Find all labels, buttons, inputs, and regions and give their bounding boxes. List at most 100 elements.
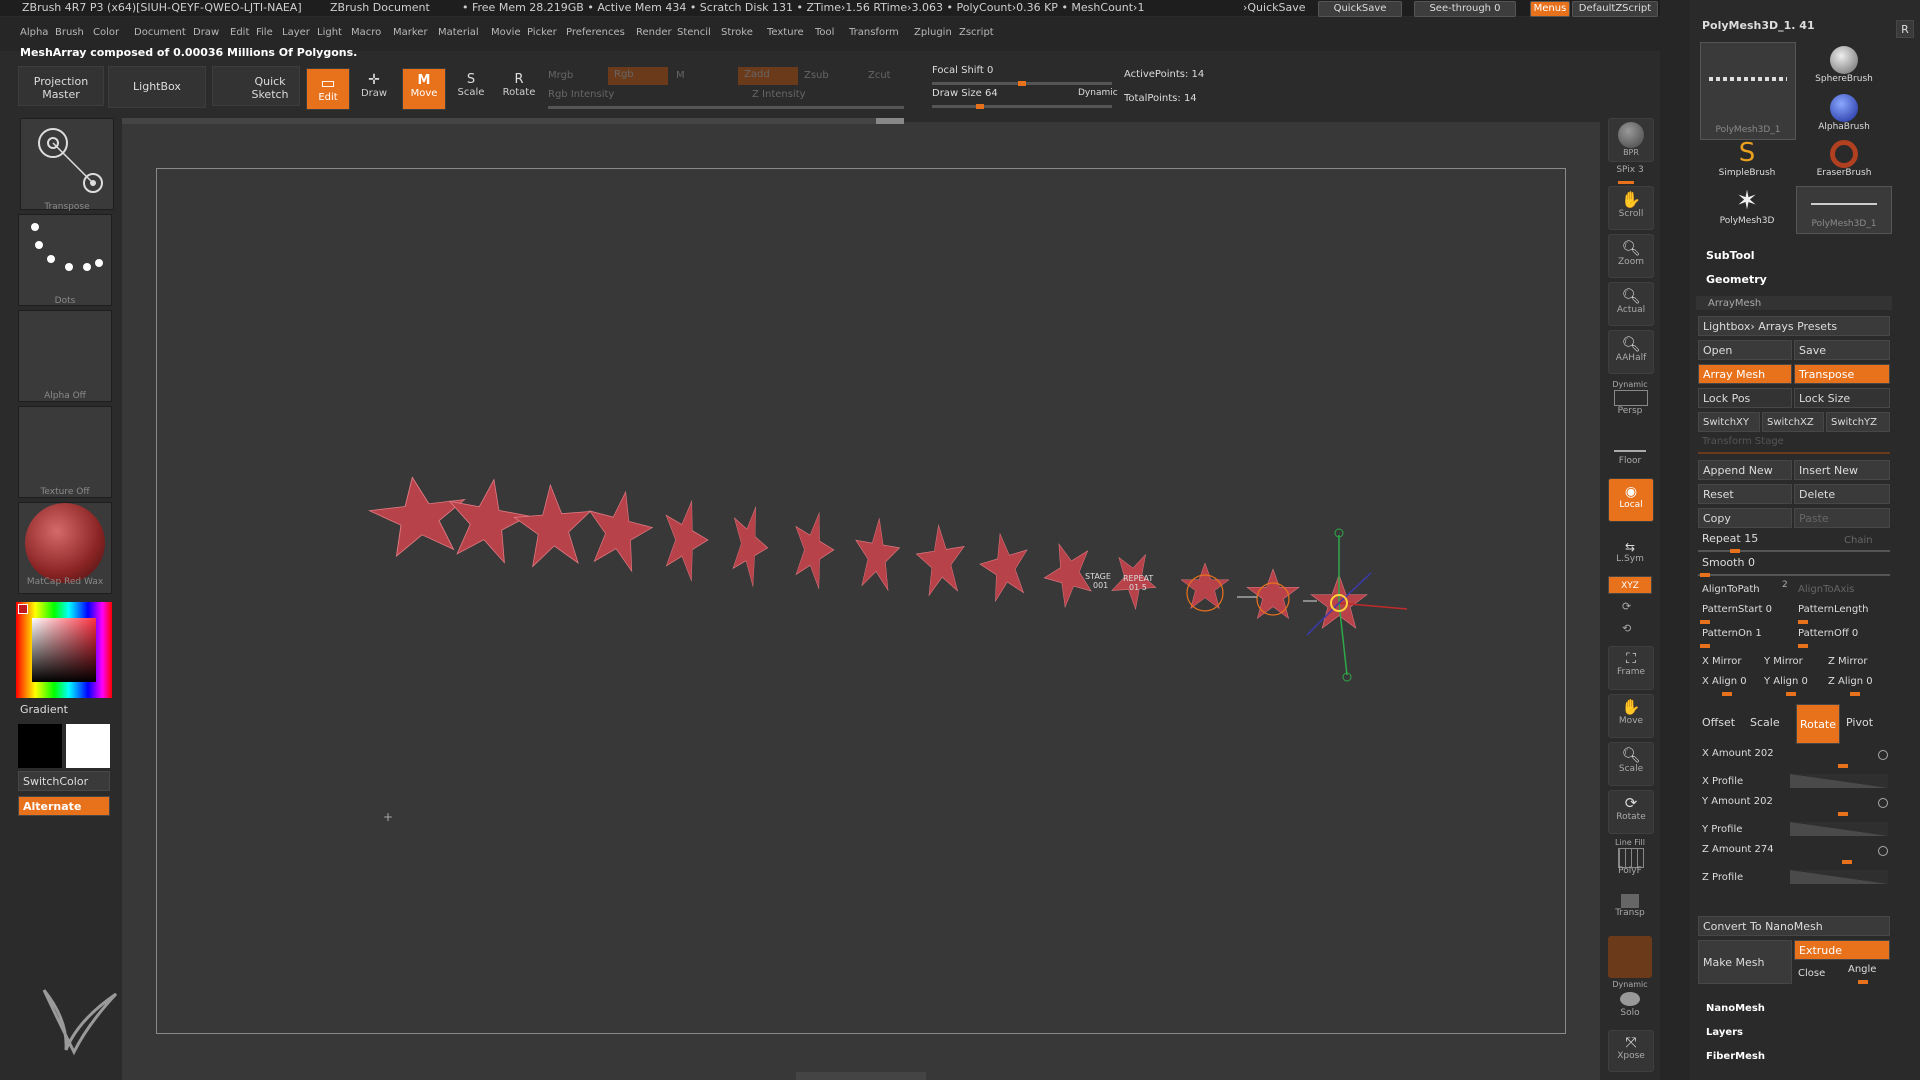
smooth-slider[interactable]: Smooth 0 xyxy=(1702,556,1755,569)
floor-toggle[interactable]: Floor xyxy=(1600,456,1660,466)
perspective-grid-icon[interactable] xyxy=(1614,390,1648,406)
xyz-toggle[interactable]: XYZ xyxy=(1608,576,1652,594)
bpr-button[interactable]: BPR xyxy=(1608,118,1654,162)
lightbox-button[interactable]: LightBox xyxy=(108,66,206,108)
z-amount-handle[interactable] xyxy=(1842,860,1852,864)
zcut-button[interactable]: Zcut xyxy=(868,70,891,81)
x-amount-handle[interactable] xyxy=(1838,764,1848,768)
menu-stroke[interactable]: Stroke xyxy=(721,27,753,38)
menu-preferences[interactable]: Preferences xyxy=(566,27,625,38)
scroll-button[interactable]: ✋ Scroll xyxy=(1608,186,1654,230)
rgb-button[interactable]: Rgb xyxy=(608,67,668,85)
switch-xy-button[interactable]: SwitchXY xyxy=(1698,412,1760,432)
switch-yz-button[interactable]: SwitchYZ xyxy=(1826,412,1890,432)
repeat-slider[interactable]: Repeat 15 xyxy=(1702,532,1758,545)
focal-shift-slider[interactable]: Focal Shift 0 xyxy=(932,65,993,76)
pattern-length-handle[interactable] xyxy=(1798,620,1808,624)
paste-button[interactable]: Paste xyxy=(1794,508,1890,528)
geometry-section[interactable]: Geometry xyxy=(1706,273,1767,286)
zadd-button[interactable]: Zadd xyxy=(738,67,798,85)
pattern-length-slider[interactable]: PatternLength xyxy=(1798,604,1868,615)
quicksave-button[interactable]: QuickSave xyxy=(1318,1,1402,17)
top-scrollbar[interactable] xyxy=(122,118,904,124)
menu-draw[interactable]: Draw xyxy=(193,27,219,38)
menus-button[interactable]: Menus xyxy=(1530,1,1570,17)
draw-size-slider[interactable]: Draw Size 64 xyxy=(932,88,998,99)
z-intensity-slider[interactable]: Z Intensity xyxy=(752,89,806,100)
x-align-handle[interactable] xyxy=(1722,692,1732,696)
subtool-section[interactable]: SubTool xyxy=(1706,249,1755,262)
fibermesh-section[interactable]: FiberMesh xyxy=(1706,1051,1765,1062)
canvas-frame[interactable]: STAGE 001 REPEAT 01 5 + xyxy=(156,168,1566,1034)
convert-to-nanomesh-button[interactable]: Convert To NanoMesh xyxy=(1698,916,1890,936)
lsym-toggle[interactable]: L.Sym xyxy=(1600,554,1660,564)
pattern-off-slider[interactable]: PatternOff 0 xyxy=(1798,628,1858,639)
menu-picker[interactable]: Picker xyxy=(527,27,557,38)
align-to-axis-toggle[interactable]: AlignToAxis xyxy=(1798,584,1854,595)
secondary-color-swatch[interactable] xyxy=(18,724,62,768)
color-picker[interactable] xyxy=(16,602,112,698)
x-mirror-toggle[interactable]: X Mirror xyxy=(1702,656,1742,667)
actual-button[interactable]: 🔍︎ Actual xyxy=(1608,282,1654,326)
append-new-button[interactable]: Append New xyxy=(1698,460,1792,480)
persp-toggle[interactable]: Persp xyxy=(1600,406,1660,416)
menu-zplugin[interactable]: Zplugin xyxy=(914,27,952,38)
texture-thumb[interactable]: Texture Off xyxy=(18,406,112,498)
menu-zscript[interactable]: Zscript xyxy=(959,27,994,38)
menu-material[interactable]: Material xyxy=(438,27,479,38)
r-button[interactable]: R xyxy=(1896,20,1914,38)
z-profile-curve[interactable] xyxy=(1790,870,1888,884)
see-through-slider[interactable]: See-through 0 xyxy=(1414,1,1516,17)
arraymesh-header[interactable]: ArrayMesh xyxy=(1696,296,1892,310)
menu-movie[interactable]: Movie xyxy=(491,27,521,38)
stroke-thumb[interactable]: Dots xyxy=(18,214,112,306)
pattern-start-handle[interactable] xyxy=(1700,620,1710,624)
x-profile-curve[interactable] xyxy=(1790,774,1888,788)
solo-button[interactable]: Solo xyxy=(1600,1008,1660,1018)
quicksave-link[interactable]: ›QuickSave xyxy=(1243,1,1306,14)
spix-handle[interactable] xyxy=(1618,181,1634,184)
polymesh3d-tool[interactable]: ✶ PolyMesh3D xyxy=(1700,186,1794,234)
copy-button[interactable]: Copy xyxy=(1698,508,1792,528)
mrgb-button[interactable]: Mrgb xyxy=(548,70,573,81)
scale-view-button[interactable]: 🔍︎ Scale xyxy=(1608,742,1654,786)
frame-button[interactable]: ⛶ Frame xyxy=(1608,646,1654,690)
switch-xz-button[interactable]: SwitchXZ xyxy=(1762,412,1824,432)
transpose-toggle[interactable]: Transpose xyxy=(1794,364,1890,384)
extrude-toggle[interactable]: Extrude xyxy=(1794,940,1890,960)
rotate-tab[interactable]: Rotate xyxy=(1796,704,1840,744)
menu-tool[interactable]: Tool xyxy=(815,27,834,38)
polymesh3d-1-tool[interactable]: PolyMesh3D_1 xyxy=(1796,186,1892,234)
spix-slider[interactable]: SPix 3 xyxy=(1600,165,1660,175)
menu-macro[interactable]: Macro xyxy=(351,27,381,38)
top-scrollbar-thumb[interactable] xyxy=(876,118,904,124)
z-amount-reset-icon[interactable] xyxy=(1878,846,1888,856)
zsub-button[interactable]: Zsub xyxy=(804,70,829,81)
color-square[interactable] xyxy=(32,618,96,682)
y-align-slider[interactable]: Y Align 0 xyxy=(1764,676,1808,687)
quick-sketch-button[interactable]: Quick Sketch xyxy=(212,66,300,106)
pattern-on-slider[interactable]: PatternOn 1 xyxy=(1702,628,1762,639)
edit-button[interactable]: ▭ Edit xyxy=(306,68,350,110)
switch-color-button[interactable]: SwitchColor xyxy=(18,771,110,791)
scale-tab[interactable]: Scale xyxy=(1750,716,1780,729)
delete-button[interactable]: Delete xyxy=(1794,484,1890,504)
arrays-presets-button[interactable]: Lightbox› Arrays Presets xyxy=(1698,316,1890,336)
menu-stencil[interactable]: Stencil xyxy=(677,27,711,38)
scale-button[interactable]: S Scale xyxy=(450,68,492,108)
y-amount-slider[interactable]: Y Amount 202 xyxy=(1702,796,1773,807)
zoom-button[interactable]: 🔍︎ Zoom xyxy=(1608,234,1654,278)
pattern-off-handle[interactable] xyxy=(1798,644,1808,648)
move-button[interactable]: M Move xyxy=(402,68,446,110)
close-toggle[interactable]: Close xyxy=(1798,968,1825,979)
layers-section[interactable]: Layers xyxy=(1706,1027,1743,1038)
rotate-view-button[interactable]: ⟳ Rotate xyxy=(1608,790,1654,834)
lock-pos-toggle[interactable]: Lock Pos xyxy=(1698,388,1792,408)
primary-color-swatch[interactable] xyxy=(66,724,110,768)
eraser-brush-tool[interactable]: EraserBrush xyxy=(1796,138,1892,186)
tray-divider[interactable] xyxy=(1660,0,1690,1080)
menu-file[interactable]: File xyxy=(256,27,273,38)
align-to-path-toggle[interactable]: AlignToPath xyxy=(1702,584,1760,595)
transp-button[interactable]: Transp xyxy=(1608,886,1652,928)
polyf-button[interactable]: PolyF xyxy=(1600,866,1660,876)
